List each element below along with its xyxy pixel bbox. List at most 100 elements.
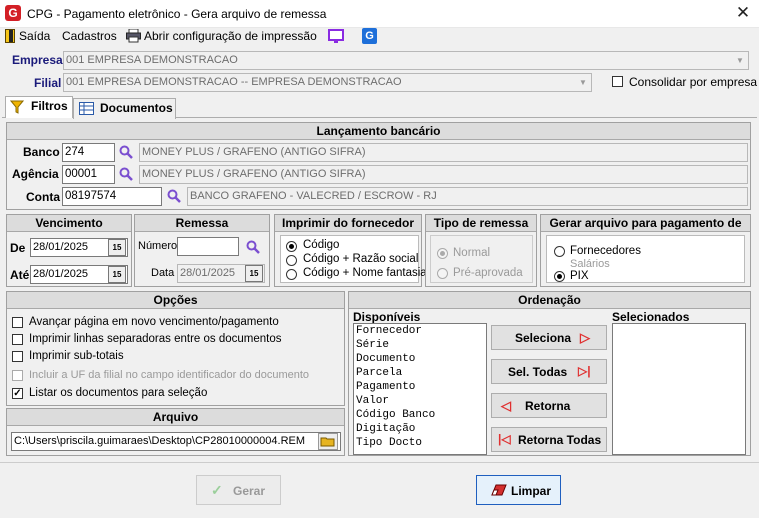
list-item[interactable]: Tipo Docto	[356, 436, 486, 450]
radio-codigo-fantasia[interactable]	[286, 269, 297, 280]
radio-normal-label: Normal	[453, 247, 491, 259]
select-button[interactable]: Seleciona ▷	[491, 325, 607, 350]
app-logo-icon: G	[5, 5, 21, 21]
filial-label: Filial	[34, 76, 62, 90]
option-checkbox-3[interactable]	[12, 351, 23, 362]
calendar-icon[interactable]: 15	[245, 265, 263, 282]
empresa-select[interactable]: 001 EMPRESA DEMONSTRACAO	[63, 51, 749, 70]
agencia-code-input[interactable]: 00001	[62, 165, 115, 184]
search-icon[interactable]	[246, 240, 260, 254]
consolidate-checkbox[interactable]	[612, 76, 623, 87]
arquivo-path-input[interactable]: C:\Users\priscila.guimaraes\Desktop\CP28…	[11, 432, 341, 451]
help-g-icon[interactable]: G	[362, 28, 377, 44]
banco-label: Banco	[23, 145, 60, 159]
chevron-down-icon[interactable]: ▼	[732, 52, 748, 69]
available-label: Disponíveis	[353, 310, 421, 324]
table-icon	[79, 102, 94, 115]
generate-button: ✓ Gerar	[196, 475, 281, 505]
radio-normal	[437, 248, 448, 259]
agencia-label: Agência	[12, 167, 59, 181]
radio-pre-aprovada-label: Pré-aprovada	[453, 267, 523, 279]
printer-icon[interactable]	[126, 28, 141, 43]
arrow-double-right-icon: ▷|	[578, 364, 591, 378]
list-item[interactable]: Código Banco	[356, 408, 486, 422]
list-item[interactable]: Pagamento	[356, 380, 486, 394]
fornecedor-title: Imprimir do fornecedor	[275, 215, 421, 232]
radio-fornecedores[interactable]	[554, 246, 565, 257]
empresa-label: Empresa	[12, 53, 63, 67]
select-all-button[interactable]: Sel. Todas ▷|	[491, 359, 607, 384]
radio-codigo[interactable]	[286, 241, 297, 252]
radio-fornecedores-label: Fornecedores	[570, 245, 641, 257]
opcoes-title: Opções	[7, 292, 344, 309]
monitor-icon[interactable]	[328, 29, 344, 44]
list-item[interactable]: Fornecedor	[356, 324, 486, 338]
conta-code-input[interactable]: 08197574	[62, 187, 162, 206]
option-label-4: Incluir a UF da filial no campo identifi…	[29, 369, 310, 381]
exit-icon[interactable]	[5, 29, 15, 43]
radio-codigo-razao[interactable]	[286, 255, 297, 266]
chevron-down-icon[interactable]: ▼	[575, 74, 591, 91]
option-label-1: Avançar página em novo vencimento/pagame…	[29, 316, 279, 328]
option-label-3: Imprimir sub-totais	[29, 350, 124, 362]
radio-pix[interactable]	[554, 271, 565, 282]
return-all-button[interactable]: |◁ Retorna Todas	[491, 427, 607, 452]
radio-pix-label: PIX	[570, 270, 589, 282]
numero-label: Número	[138, 240, 178, 252]
option-checkbox-4	[12, 370, 23, 381]
banco-name: MONEY PLUS / GRAFENO (ANTIGO SIFRA)	[139, 143, 748, 162]
menu-print-config[interactable]: Abrir configuração de impressão	[144, 29, 317, 47]
clear-button[interactable]: Limpar	[476, 475, 561, 505]
list-item[interactable]: Documento	[356, 352, 486, 366]
option-label-5: Listar os documentos para seleção	[29, 387, 208, 399]
conta-label: Conta	[26, 190, 60, 204]
numero-input[interactable]	[177, 237, 239, 256]
return-button[interactable]: ◁ Retorna	[491, 393, 607, 418]
checkmark-icon: ✓	[211, 482, 223, 498]
search-icon[interactable]	[119, 167, 133, 181]
radio-salarios-label: Salários	[570, 258, 610, 270]
ate-label: Até	[10, 268, 30, 282]
eraser-icon	[491, 484, 507, 496]
calendar-icon[interactable]: 15	[108, 239, 126, 256]
consolidate-label: Consolidar por empresa	[629, 75, 758, 89]
search-icon[interactable]	[119, 145, 133, 159]
agencia-name: MONEY PLUS / GRAFENO (ANTIGO SIFRA)	[139, 165, 748, 184]
conta-name: BANCO GRAFENO - VALECRED / ESCROW - RJ	[187, 187, 748, 206]
ordenacao-title: Ordenação	[349, 292, 750, 309]
radio-codigo-label: Código	[303, 239, 340, 251]
bank-panel-title: Lançamento bancário	[7, 123, 750, 140]
tab-filtros[interactable]: Filtros	[5, 96, 73, 118]
radio-pre-aprovada	[437, 268, 448, 279]
menu-exit[interactable]: Saída	[19, 29, 50, 47]
filter-icon	[10, 100, 24, 114]
gerar-title: Gerar arquivo para pagamento de	[541, 215, 750, 232]
search-icon[interactable]	[167, 189, 181, 203]
filial-select[interactable]: 001 EMPRESA DEMONSTRACAO -- EMPRESA DEMO…	[63, 73, 592, 92]
close-button[interactable]: ✕	[733, 2, 753, 24]
option-checkbox-5[interactable]: ✓	[12, 388, 23, 399]
arrow-left-icon: ◁	[501, 398, 511, 413]
arrow-double-left-icon: |◁	[498, 432, 511, 446]
arquivo-title: Arquivo	[7, 409, 344, 426]
list-item[interactable]: Digitação	[356, 422, 486, 436]
available-list[interactable]: Fornecedor Série Documento Parcela Pagam…	[353, 323, 487, 455]
option-checkbox-1[interactable]	[12, 317, 23, 328]
calendar-icon[interactable]: 15	[108, 266, 126, 283]
list-item[interactable]: Parcela	[356, 366, 486, 380]
option-label-2: Imprimir linhas separadoras entre os doc…	[29, 333, 282, 345]
arrow-right-icon: ▷	[580, 330, 590, 345]
banco-code-input[interactable]: 274	[62, 143, 115, 162]
option-checkbox-2[interactable]	[12, 334, 23, 345]
list-item[interactable]: Valor	[356, 394, 486, 408]
vencimento-title: Vencimento	[7, 215, 131, 232]
tipo-title: Tipo de remessa	[426, 215, 536, 232]
folder-icon[interactable]	[318, 433, 338, 450]
menu-register[interactable]: Cadastros	[62, 29, 117, 47]
radio-codigo-fantasia-label: Código + Nome fantasia	[303, 267, 427, 279]
list-item[interactable]: Série	[356, 338, 486, 352]
tab-documentos[interactable]: Documentos	[73, 98, 176, 119]
remessa-title: Remessa	[135, 215, 269, 232]
de-label: De	[10, 241, 26, 255]
selected-list[interactable]	[612, 323, 746, 455]
